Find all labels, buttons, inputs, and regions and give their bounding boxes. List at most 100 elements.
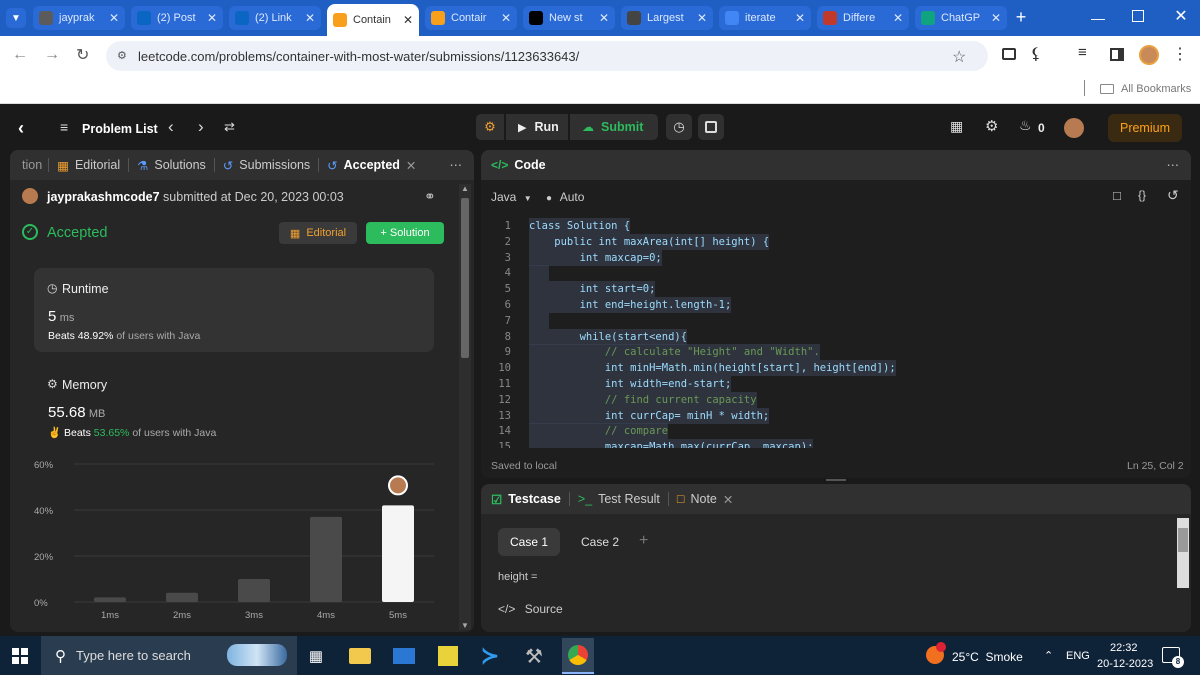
scroll-thumb[interactable] xyxy=(1178,528,1188,552)
taskbar-search[interactable]: ⚲ Type here to search xyxy=(41,636,297,675)
reload-icon[interactable]: ↻ xyxy=(76,45,89,65)
all-bookmarks-button[interactable]: All Bookmarks xyxy=(1121,83,1191,95)
close-tab-icon[interactable]: ✕ xyxy=(889,11,903,25)
browser-tab[interactable]: (2) Link ✕ xyxy=(229,6,321,30)
app-icon[interactable]: ⚒ xyxy=(520,642,548,670)
code-line[interactable]: 13 int currCap= minH * width; xyxy=(481,407,1181,424)
prev-problem-icon[interactable]: ‹ xyxy=(168,117,174,137)
site-info-icon[interactable]: ⚙ xyxy=(117,49,127,62)
code-line[interactable]: 14 // compare xyxy=(481,423,1181,440)
close-tab-icon[interactable]: ✕ xyxy=(595,11,609,25)
solution-button[interactable]: + Solution xyxy=(366,222,444,244)
code-line[interactable]: 6 int end=height.length-1; xyxy=(481,297,1181,313)
streak-icon[interactable]: ♨ xyxy=(1019,117,1032,134)
tab-test-result[interactable]: >_ Test Result xyxy=(570,484,668,514)
sticky-notes-icon[interactable] xyxy=(434,642,462,670)
browser-tab[interactable]: Differe ✕ xyxy=(817,6,909,30)
case-2-tab[interactable]: Case 2 xyxy=(569,528,631,556)
new-tab-button[interactable]: + xyxy=(1010,8,1032,28)
code-line[interactable]: 5 int start=0; xyxy=(481,281,1181,298)
scroll-up-arrow[interactable]: ▲ xyxy=(461,184,469,193)
code-line[interactable]: 2 public int maxArea(int[] height) { xyxy=(481,233,1181,250)
testcase-scrollbar[interactable] xyxy=(1177,518,1189,588)
language-indicator[interactable]: ENG xyxy=(1066,650,1090,662)
restore-button[interactable] xyxy=(1132,10,1144,22)
close-window-button[interactable]: ✕ xyxy=(1172,6,1190,25)
user-avatar[interactable] xyxy=(1064,118,1084,138)
date[interactable]: 20-12-2023 xyxy=(1097,658,1153,670)
tab-submissions[interactable]: ↺ Submissions xyxy=(215,150,318,180)
code-editor[interactable]: 1 class Solution {2 public int maxArea(in… xyxy=(481,218,1191,448)
extensions-icon[interactable]: ⚸ xyxy=(1030,44,1042,64)
close-tab-icon[interactable]: ✕ xyxy=(203,11,217,25)
browser-tab[interactable]: jayprak ✕ xyxy=(33,6,125,30)
submitter-avatar[interactable] xyxy=(22,188,38,204)
run-button[interactable]: ▶ Run xyxy=(506,114,568,140)
media-icon[interactable] xyxy=(1002,48,1016,60)
vscode-icon[interactable]: ≻ xyxy=(476,642,504,670)
share-link-icon[interactable]: ⚭ xyxy=(424,188,436,205)
language-select[interactable]: Java ▼ xyxy=(491,190,532,204)
url-field[interactable]: ⚙ leetcode.com/problems/container-with-m… xyxy=(106,41,988,71)
file-explorer-icon[interactable] xyxy=(346,642,374,670)
problem-list-icon[interactable]: ≡ xyxy=(60,119,68,135)
forward-icon[interactable]: → xyxy=(44,46,60,64)
close-tab-icon[interactable]: ✕ xyxy=(497,11,511,25)
tab-editorial[interactable]: ▦ Editorial xyxy=(49,150,128,180)
mail-icon[interactable] xyxy=(390,642,418,670)
browser-tab[interactable]: ChatGP ✕ xyxy=(915,6,1007,30)
notes-button[interactable] xyxy=(698,114,724,140)
timer-button[interactable]: ◷ xyxy=(666,114,692,140)
back-icon[interactable]: ← xyxy=(12,46,28,64)
close-tab-icon[interactable]: ✕ xyxy=(105,11,119,25)
browser-tab[interactable]: iterate ✕ xyxy=(719,6,811,30)
minimize-button[interactable]: — xyxy=(1090,10,1106,26)
browser-tab[interactable]: (2) Post ✕ xyxy=(131,6,223,30)
close-tab-icon[interactable]: ✕ xyxy=(406,158,416,173)
layout-icon[interactable]: ▦ xyxy=(950,118,963,135)
add-case-icon[interactable]: + xyxy=(639,532,648,550)
code-line[interactable]: 10 int minH=Math.min(height[start], heig… xyxy=(481,360,1181,377)
auto-mode[interactable]: ● Auto xyxy=(546,190,584,204)
scroll-down-arrow[interactable]: ▼ xyxy=(461,621,469,630)
left-scrollbar[interactable]: ▲ ▼ xyxy=(459,184,471,630)
close-tab-icon[interactable]: ✕ xyxy=(693,11,707,25)
memory-section[interactable]: ⚙ Memory 55.68 MB ✌ Beats 53.65% of user… xyxy=(34,364,434,444)
code-more-icon[interactable]: ⋯ xyxy=(1167,157,1180,172)
reading-list-icon[interactable]: ≡ xyxy=(1078,44,1087,61)
browser-menu-icon[interactable]: ⋮ xyxy=(1172,44,1188,64)
profile-avatar[interactable] xyxy=(1139,45,1159,65)
bookmark-icon[interactable]: □ xyxy=(1113,188,1121,203)
browser-tab[interactable]: Contain ✕ xyxy=(327,4,419,36)
browser-tab[interactable]: New st ✕ xyxy=(523,6,615,30)
settings-icon[interactable]: ⚙ xyxy=(985,117,998,135)
code-line[interactable]: 4 xyxy=(481,265,1181,282)
editorial-button[interactable]: ▦ Editorial xyxy=(279,222,357,244)
submitter-name[interactable]: jayprakashmcode7 xyxy=(47,190,160,204)
windows-start-icon[interactable] xyxy=(12,648,28,664)
tab-accepted[interactable]: ↺ Accepted ✕ xyxy=(319,150,424,180)
problem-list-link[interactable]: Problem List xyxy=(82,122,158,136)
tray-chevron-icon[interactable]: ⌃ xyxy=(1044,649,1053,662)
debug-button[interactable]: ⚙ xyxy=(476,114,504,140)
close-tab-icon[interactable]: ✕ xyxy=(301,11,315,25)
bookmark-star-icon[interactable]: ☆ xyxy=(952,47,966,67)
format-icon[interactable]: {} xyxy=(1138,188,1146,202)
weather-text[interactable]: 25°C Smoke xyxy=(952,650,1023,664)
code-line[interactable]: 12 // find current capacity xyxy=(481,391,1181,408)
case-1-tab[interactable]: Case 1 xyxy=(498,528,560,556)
submit-button[interactable]: ☁ Submit xyxy=(570,114,658,140)
source-button[interactable]: </> Source xyxy=(498,602,563,616)
runtime-card[interactable]: ◷ Runtime 5 ms Beats 48.92% of users wit… xyxy=(34,268,434,352)
close-tab-icon[interactable]: ✕ xyxy=(723,492,733,507)
tab-testcase[interactable]: ☑ Testcase xyxy=(481,484,569,514)
panel-resize-handle[interactable] xyxy=(826,479,846,481)
close-tab-icon[interactable]: ✕ xyxy=(399,13,413,27)
close-tab-icon[interactable]: ✕ xyxy=(987,11,1001,25)
premium-button[interactable]: Premium xyxy=(1108,114,1182,142)
tab-note[interactable]: □ Note ✕ xyxy=(669,484,741,514)
tab-search-button[interactable]: ▼ xyxy=(6,8,26,28)
code-line[interactable]: 11 int width=end-start; xyxy=(481,376,1181,392)
code-line[interactable]: 7 xyxy=(481,312,1181,329)
browser-tab[interactable]: Contair ✕ xyxy=(425,6,517,30)
